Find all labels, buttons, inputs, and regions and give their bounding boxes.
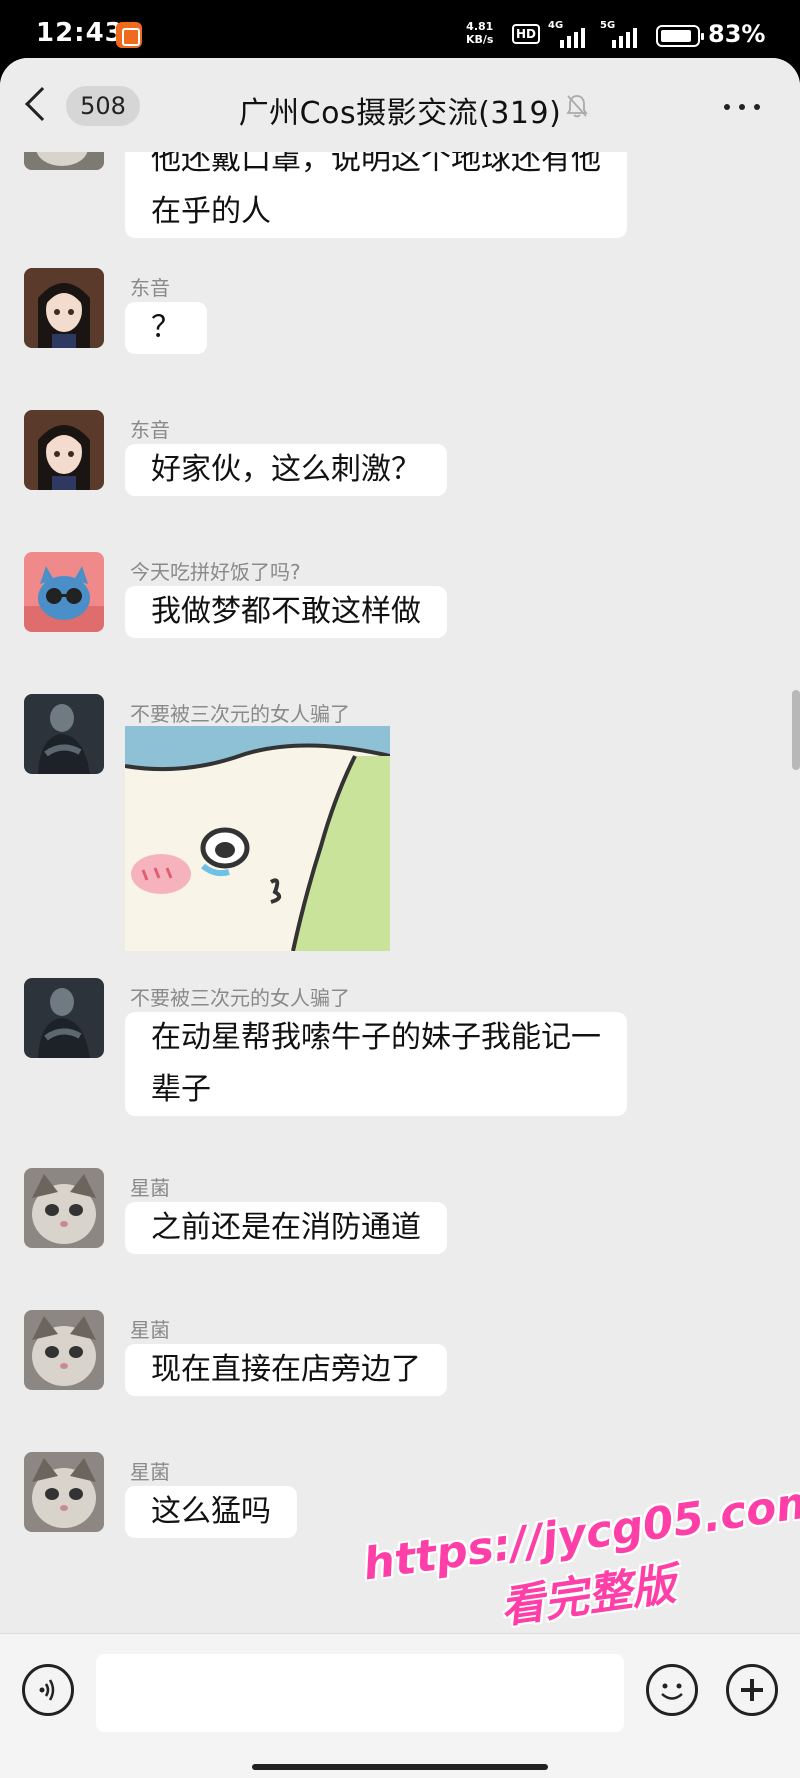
message-input-bar	[0, 1633, 800, 1778]
network-speed: 4.81 KB/s	[466, 20, 493, 46]
avatar[interactable]	[24, 268, 104, 348]
signal-5g-icon: 5G	[600, 20, 644, 48]
message-text: 现在直接在店旁边了	[151, 1352, 421, 1387]
sticker-image[interactable]	[125, 726, 390, 951]
sender-name: 东音	[130, 276, 170, 300]
message-text: 辈子	[151, 1072, 211, 1107]
sender-name: 星菌	[130, 1176, 170, 1200]
avatar[interactable]	[24, 694, 104, 774]
chat-title: 广州Cos摄影交流(319)	[238, 96, 562, 131]
message-bubble[interactable]: ？	[125, 302, 207, 354]
voice-input-button[interactable]	[22, 1664, 74, 1716]
avatar[interactable]	[24, 552, 104, 632]
sender-name: 今天吃拼好饭了吗?	[130, 560, 301, 584]
message-text: 之前还是在消防通道	[151, 1210, 421, 1245]
avatar[interactable]	[24, 978, 104, 1058]
battery-icon	[656, 25, 704, 47]
emoji-button[interactable]	[646, 1664, 698, 1716]
sender-name: 不要被三次元的女人骗了	[130, 702, 350, 726]
message-input[interactable]	[96, 1654, 624, 1732]
avatar[interactable]	[24, 1452, 104, 1532]
chat-header: 508 广州Cos摄影交流(319)	[0, 58, 800, 152]
message-bubble[interactable]: 现在直接在店旁边了	[125, 1344, 447, 1396]
avatar[interactable]	[24, 1310, 104, 1390]
smiley-icon	[661, 1683, 683, 1700]
message-bubble[interactable]: 在动星帮我嗦牛子的妹子我能记一 辈子	[125, 1012, 627, 1116]
voice-wave-icon	[39, 1679, 55, 1701]
sender-name: 星菌	[130, 1460, 170, 1484]
message-bubble[interactable]: 好家伙，这么刺激？	[125, 444, 447, 496]
hd-voice-icon: HD	[512, 24, 541, 44]
app-notification-icon	[116, 22, 142, 48]
home-indicator[interactable]	[252, 1764, 548, 1770]
sender-name: 东音	[130, 418, 170, 442]
more-actions-plus-button[interactable]	[726, 1664, 778, 1716]
message-bubble[interactable]: 这么猛吗	[125, 1486, 297, 1538]
network-speed-unit: KB/s	[466, 33, 494, 46]
more-options-icon[interactable]	[724, 104, 760, 110]
message-text: 我做梦都不敢这样做	[151, 594, 421, 629]
message-bubble[interactable]: 之前还是在消防通道	[125, 1202, 447, 1254]
message-text: 在乎的人	[151, 194, 271, 229]
battery-percent: 83%	[708, 20, 766, 48]
message-text: 好家伙，这么刺激？	[151, 452, 421, 487]
message-text: ？	[151, 310, 181, 345]
status-time: 12:43	[36, 18, 124, 48]
message-list[interactable]: 他还戴口罩，说明这个地球还有他 在乎的人 东音 ？ 东音 好家伙，这么刺激？ 今…	[0, 58, 800, 1633]
signal-4g-icon: 4G	[548, 20, 592, 48]
avatar[interactable]	[24, 410, 104, 490]
mute-bell-icon	[566, 95, 588, 118]
network-speed-value: 4.81	[466, 20, 494, 33]
sender-name: 星菌	[130, 1318, 170, 1342]
message-bubble[interactable]: 我做梦都不敢这样做	[125, 586, 447, 638]
avatar[interactable]	[24, 1168, 104, 1248]
scrollbar-thumb[interactable]	[792, 690, 800, 770]
message-text: 在动星帮我嗦牛子的妹子我能记一	[151, 1020, 601, 1055]
message-text: 这么猛吗	[151, 1494, 271, 1529]
sender-name: 不要被三次元的女人骗了	[130, 986, 350, 1010]
